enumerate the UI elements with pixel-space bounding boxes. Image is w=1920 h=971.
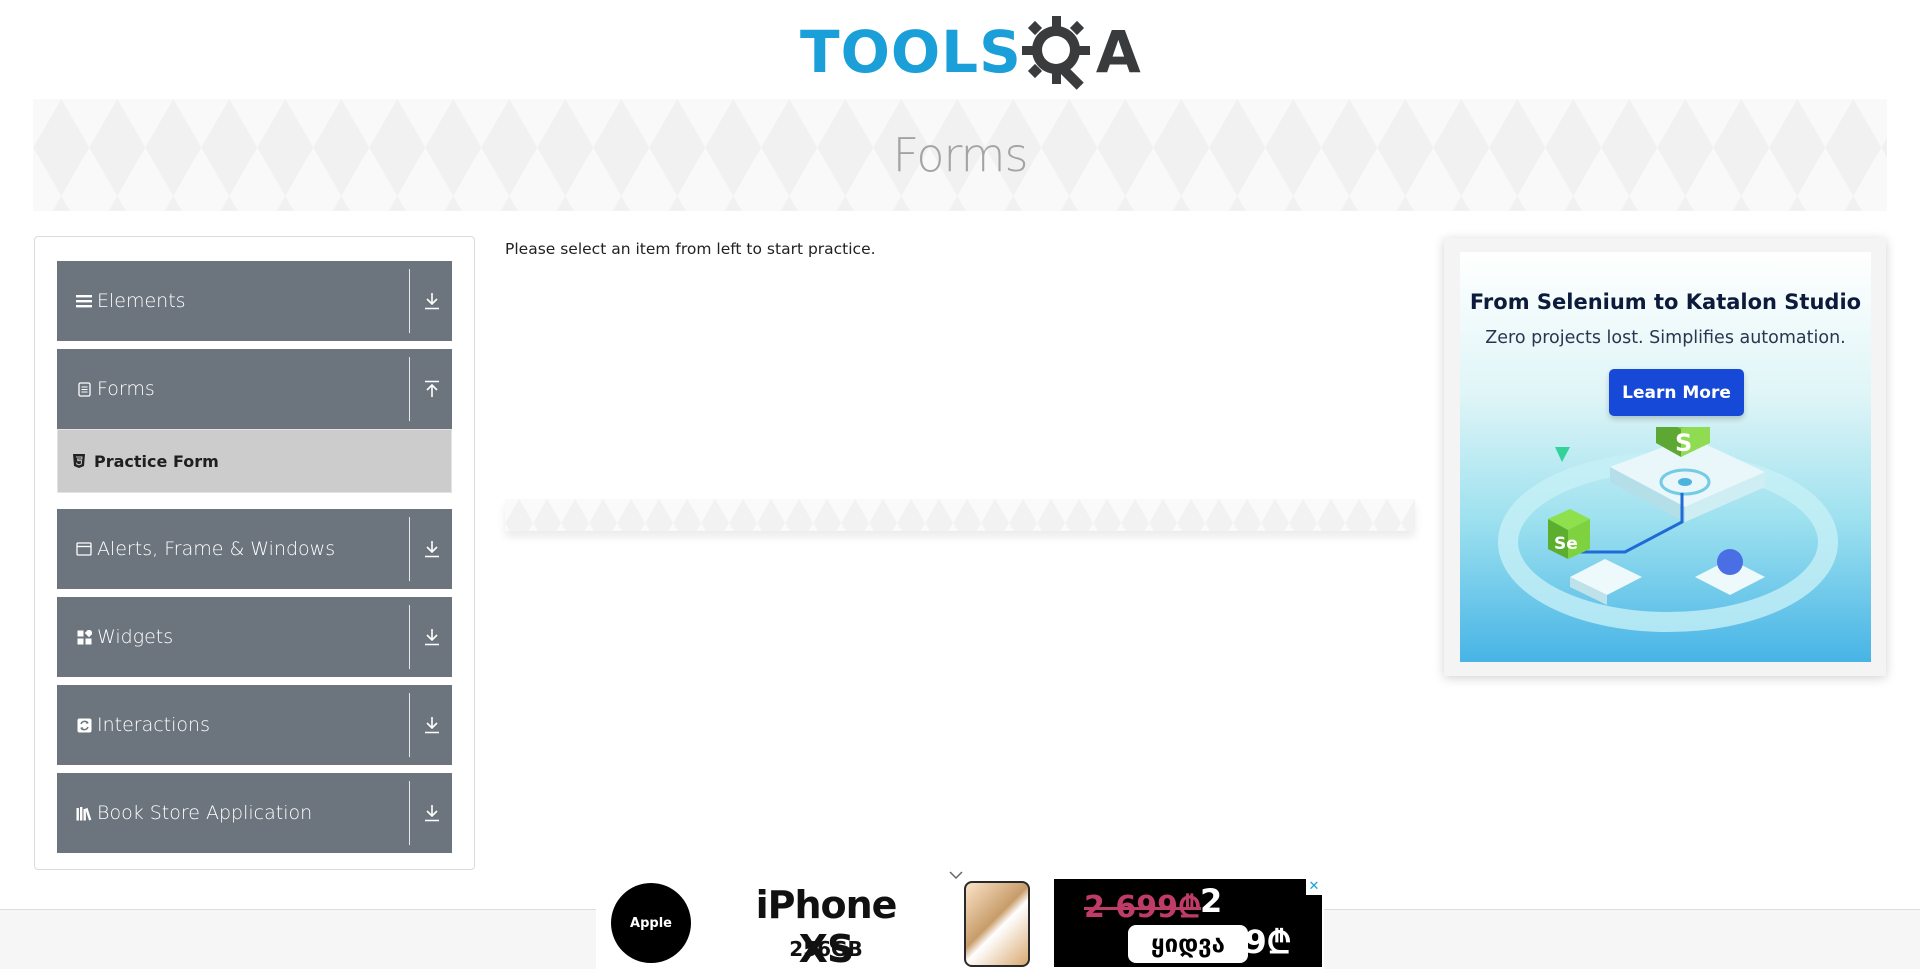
ad-close-icon[interactable]: ✕: [1306, 879, 1322, 895]
sidebar-item-label: Practice Form: [94, 451, 219, 471]
ad-illustration: S Se: [1498, 427, 1838, 632]
learn-more-button[interactable]: Learn More: [1609, 369, 1744, 416]
gear-magnifier-icon: [1021, 16, 1090, 90]
price-box: 2 699₾ 2 499₾ ყიდვა ✕: [1054, 879, 1322, 967]
sidebar-group-elements: Elements: [57, 261, 452, 341]
buy-button[interactable]: ყიდვა: [1128, 925, 1248, 963]
sidebar-group-header-forms[interactable]: Forms: [57, 349, 452, 429]
sidebar-group-header-widgets[interactable]: Widgets: [57, 597, 452, 677]
sidebar-item-practice-form[interactable]: Practice Form: [57, 429, 452, 493]
header: TOOLS A: [0, 0, 1920, 98]
divider: [409, 693, 410, 757]
ad-title: From Selenium to Katalon Studio: [1469, 290, 1862, 314]
ad-card[interactable]: From Selenium to Katalon Studio Zero pro…: [1460, 252, 1871, 662]
old-price: 2 699₾: [1084, 890, 1202, 925]
decorative-strip: [505, 499, 1415, 531]
sidebar-group-label: Alerts, Frame & Windows: [97, 538, 336, 560]
chevron-down-icon[interactable]: [948, 869, 964, 881]
divider: [409, 781, 410, 845]
page-banner: Forms: [33, 99, 1887, 211]
sidebar-group-alerts: Alerts, Frame & Windows: [57, 509, 452, 589]
logo-text-tools: TOOLS: [800, 18, 1022, 86]
window-icon: [75, 540, 93, 558]
divider: [409, 269, 410, 333]
collapse-arrow-icon[interactable]: [420, 376, 444, 402]
sidebar-group-header-book-store[interactable]: Book Store Application: [57, 773, 452, 853]
expand-arrow-icon[interactable]: [420, 624, 444, 650]
expand-arrow-icon[interactable]: [420, 712, 444, 738]
logo-text-qa: A: [1095, 18, 1142, 86]
sidebar-group-header-alerts[interactable]: Alerts, Frame & Windows: [57, 509, 452, 589]
ad-katalon: From Selenium to Katalon Studio Zero pro…: [1444, 238, 1886, 676]
brand-text: Apple: [630, 915, 672, 931]
expand-arrow-icon[interactable]: [420, 536, 444, 562]
divider: [409, 517, 410, 581]
expand-arrow-icon[interactable]: [420, 288, 444, 314]
document-icon: [75, 380, 93, 398]
books-icon: [75, 804, 93, 822]
apple-logo: Apple: [611, 883, 691, 963]
sidebar-group-interactions: Interactions: [57, 685, 452, 765]
sidebar-group-label: Interactions: [97, 714, 210, 736]
ad-subtitle: Zero projects lost. Simplifies automatio…: [1485, 328, 1846, 348]
divider: [409, 605, 410, 669]
sidebar-group-label: Book Store Application: [97, 802, 313, 824]
practice-instruction: Please select an item from left to start…: [505, 240, 876, 258]
ad-badge-se: Se: [1554, 534, 1578, 554]
html5-icon: [72, 453, 86, 469]
divider: [409, 357, 410, 421]
sidebar-group-label: Widgets: [97, 626, 174, 648]
menu-icon: [75, 292, 93, 310]
page-title: Forms: [892, 128, 1029, 182]
sidebar-group-header-interactions[interactable]: Interactions: [57, 685, 452, 765]
sidebar-group-widgets: Widgets: [57, 597, 452, 677]
sidebar-group-forms: Forms Practice Form: [57, 349, 452, 493]
toolsqa-logo[interactable]: TOOLS A: [800, 14, 1142, 90]
sidebar-group-label: Forms: [97, 378, 155, 400]
expand-arrow-icon[interactable]: [420, 800, 444, 826]
product-storage: 256GB: [789, 937, 863, 961]
sidebar-menu: Elements Forms Practice Form Alerts, Fra…: [34, 236, 475, 870]
interactions-icon: [75, 716, 93, 734]
ad-badge-s: S: [1675, 429, 1692, 457]
bottom-ad-iphone[interactable]: Apple iPhone XS 256GB 2 699₾ 2 499₾ ყიდვ…: [596, 871, 1324, 971]
widgets-icon: [75, 628, 93, 646]
sidebar-group-header-elements[interactable]: Elements: [57, 261, 452, 341]
sidebar-group-book-store: Book Store Application: [57, 773, 452, 853]
sidebar-group-label: Elements: [97, 290, 186, 312]
phone-image: [964, 881, 1030, 967]
